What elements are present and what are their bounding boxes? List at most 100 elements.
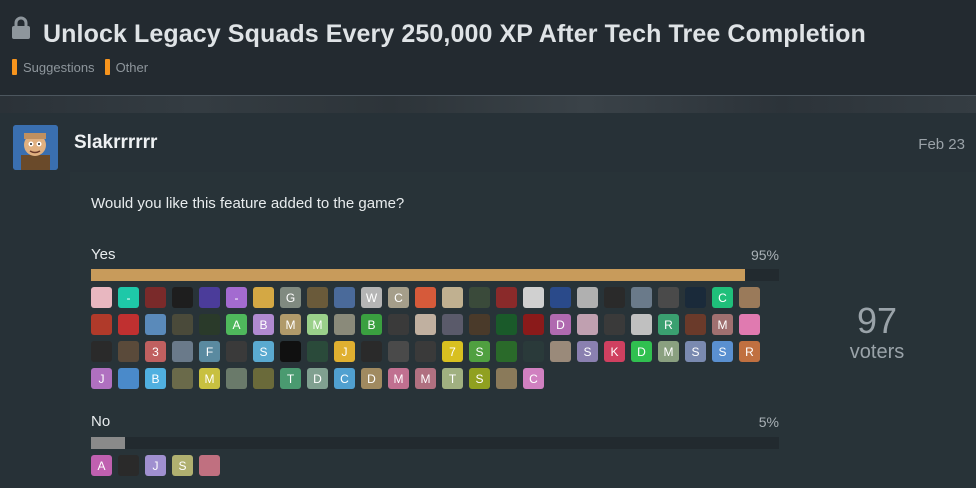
voter-avatar[interactable]: F	[199, 341, 220, 362]
voter-avatar[interactable]	[226, 341, 247, 362]
voter-avatar[interactable]: D	[550, 314, 571, 335]
voter-avatar[interactable]: R	[739, 341, 760, 362]
topic-title[interactable]: Unlock Legacy Squads Every 250,000 XP Af…	[43, 20, 866, 49]
voter-avatar[interactable]	[172, 341, 193, 362]
voter-avatar[interactable]	[145, 314, 166, 335]
voter-avatar[interactable]: J	[145, 455, 166, 476]
voter-avatar[interactable]: G	[280, 287, 301, 308]
voter-avatar[interactable]: M	[307, 314, 328, 335]
voter-avatar[interactable]	[496, 314, 517, 335]
voter-avatar[interactable]: D	[361, 368, 382, 389]
voter-avatar[interactable]	[334, 314, 355, 335]
voter-avatar[interactable]	[577, 314, 598, 335]
voter-avatar[interactable]: M	[415, 368, 436, 389]
voter-avatar[interactable]: S	[712, 341, 733, 362]
voter-avatar[interactable]	[199, 314, 220, 335]
voter-avatar[interactable]: 7	[442, 341, 463, 362]
voter-avatar[interactable]	[415, 287, 436, 308]
voter-avatar[interactable]	[361, 341, 382, 362]
voter-avatar[interactable]: -	[118, 287, 139, 308]
voter-avatar[interactable]: M	[199, 368, 220, 389]
voter-avatar[interactable]	[523, 314, 544, 335]
voter-avatar[interactable]	[199, 455, 220, 476]
voter-avatar[interactable]	[91, 287, 112, 308]
voter-avatar[interactable]	[253, 368, 274, 389]
voter-avatar[interactable]: B	[145, 368, 166, 389]
category-other[interactable]: Other	[104, 58, 148, 76]
voter-avatar[interactable]	[388, 314, 409, 335]
voter-avatar[interactable]: S	[172, 455, 193, 476]
voter-avatar[interactable]: B	[253, 314, 274, 335]
voter-avatar[interactable]: S	[469, 341, 490, 362]
voter-avatar[interactable]	[91, 341, 112, 362]
voter-avatar[interactable]: D	[307, 368, 328, 389]
voter-avatar[interactable]	[685, 314, 706, 335]
voter-avatar[interactable]	[118, 314, 139, 335]
voter-avatar[interactable]: 3	[145, 341, 166, 362]
voter-avatar[interactable]	[496, 287, 517, 308]
voter-avatar[interactable]	[91, 314, 112, 335]
voter-avatar[interactable]	[739, 287, 760, 308]
voter-avatar[interactable]	[172, 287, 193, 308]
voter-avatar[interactable]	[604, 287, 625, 308]
avatar[interactable]	[13, 125, 58, 170]
voter-avatar[interactable]	[415, 341, 436, 362]
voter-avatar[interactable]	[280, 341, 301, 362]
voter-avatar[interactable]	[199, 287, 220, 308]
voter-avatar[interactable]: A	[226, 314, 247, 335]
voter-avatar[interactable]: T	[442, 368, 463, 389]
voter-avatar[interactable]	[469, 314, 490, 335]
voter-avatar[interactable]	[118, 341, 139, 362]
voter-avatar[interactable]	[415, 314, 436, 335]
voter-avatar[interactable]: A	[91, 455, 112, 476]
voter-avatar[interactable]: S	[685, 341, 706, 362]
voter-avatar[interactable]	[172, 368, 193, 389]
voter-avatar[interactable]	[658, 287, 679, 308]
voter-avatar[interactable]	[388, 341, 409, 362]
voter-avatar[interactable]: B	[361, 314, 382, 335]
voter-avatar[interactable]: M	[280, 314, 301, 335]
post-author-username[interactable]: Slakrrrrrr	[74, 132, 157, 154]
voter-avatar[interactable]	[118, 368, 139, 389]
voter-avatar[interactable]	[469, 287, 490, 308]
voter-avatar[interactable]	[496, 368, 517, 389]
voter-avatar[interactable]: C	[523, 368, 544, 389]
voter-avatar[interactable]	[442, 287, 463, 308]
voter-avatar[interactable]: S	[253, 341, 274, 362]
voter-avatar[interactable]: C	[334, 368, 355, 389]
voter-avatar[interactable]	[307, 341, 328, 362]
voter-avatar[interactable]	[631, 314, 652, 335]
voter-avatar[interactable]: W	[361, 287, 382, 308]
voter-avatar[interactable]	[172, 314, 193, 335]
voter-avatar[interactable]: S	[577, 341, 598, 362]
voter-avatar[interactable]: C	[712, 287, 733, 308]
voter-avatar[interactable]: M	[712, 314, 733, 335]
category-suggestions[interactable]: Suggestions	[12, 58, 95, 76]
voter-avatar[interactable]: -	[226, 287, 247, 308]
voter-avatar[interactable]: D	[631, 341, 652, 362]
voter-avatar[interactable]	[577, 287, 598, 308]
voter-avatar[interactable]	[118, 455, 139, 476]
voter-avatar[interactable]: M	[388, 368, 409, 389]
voter-avatar[interactable]	[739, 314, 760, 335]
voter-avatar[interactable]	[442, 314, 463, 335]
voter-avatar[interactable]	[496, 341, 517, 362]
voter-avatar[interactable]: J	[334, 341, 355, 362]
voter-avatar[interactable]: J	[91, 368, 112, 389]
voter-avatar[interactable]	[523, 341, 544, 362]
voter-avatar[interactable]: M	[658, 341, 679, 362]
voter-avatar[interactable]: S	[469, 368, 490, 389]
voter-avatar[interactable]: R	[658, 314, 679, 335]
voter-avatar[interactable]	[145, 287, 166, 308]
voter-avatar[interactable]	[307, 287, 328, 308]
voter-avatar[interactable]	[685, 287, 706, 308]
voter-avatar[interactable]	[631, 287, 652, 308]
post-date[interactable]: Feb 23	[918, 136, 965, 153]
voter-avatar[interactable]: T	[280, 368, 301, 389]
voter-avatar[interactable]	[604, 314, 625, 335]
voter-avatar[interactable]: K	[604, 341, 625, 362]
voter-avatar[interactable]	[523, 287, 544, 308]
voter-avatar[interactable]	[253, 287, 274, 308]
voter-avatar[interactable]	[550, 287, 571, 308]
voter-avatar[interactable]	[550, 341, 571, 362]
